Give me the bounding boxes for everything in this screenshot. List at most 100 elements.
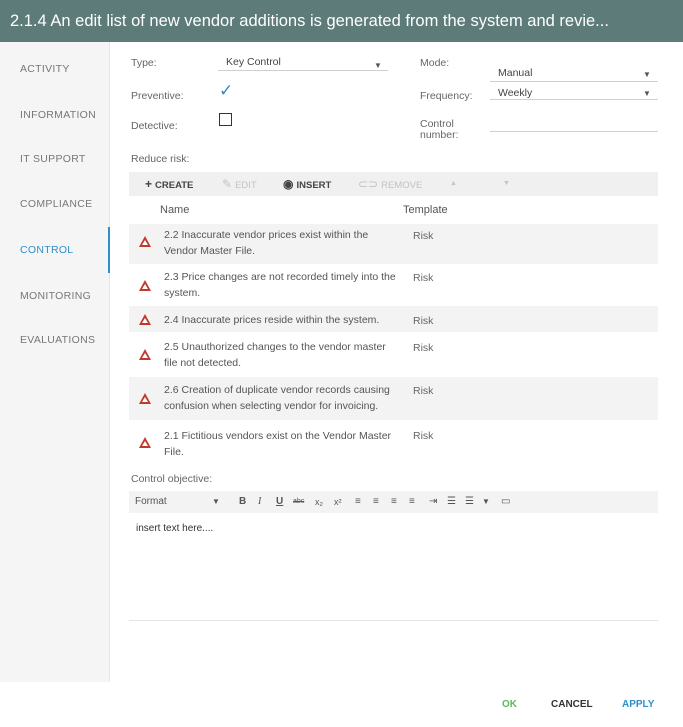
table-row[interactable]: 2.3 Price changes are not recorded timel… xyxy=(129,264,658,306)
globe-insert-icon: ◉ xyxy=(283,177,294,191)
control-dialog: 2.1.4 An edit list of new vendor additio… xyxy=(0,0,683,727)
sidebar-item-activity[interactable]: ACTIVITY xyxy=(0,46,110,92)
format-select[interactable]: Format xyxy=(135,491,167,513)
sidebar: ACTIVITY INFORMATION IT SUPPORT COMPLIAN… xyxy=(0,42,110,682)
list-caret-icon[interactable]: ▼ xyxy=(482,491,490,513)
row-name-line1: 2.3 Price changes are not recorded timel… xyxy=(164,271,396,283)
detective-checkbox[interactable] xyxy=(219,113,232,126)
row-name-line2: Vendor Master File. xyxy=(164,244,256,257)
row-name-line1: 2.6 Creation of duplicate vendor records… xyxy=(164,384,390,396)
sidebar-item-evaluations[interactable]: EVALUATIONS xyxy=(0,317,110,363)
superscript-button[interactable]: x² xyxy=(334,491,342,513)
warning-icon xyxy=(139,314,151,325)
create-button[interactable]: + CREATE xyxy=(145,172,193,196)
row-name-line1: 2.1 Fictitious vendors exist on the Vend… xyxy=(164,430,392,442)
cancel-button[interactable]: CANCEL xyxy=(551,699,593,710)
image-icon[interactable]: ▭ xyxy=(501,491,510,513)
table-row[interactable]: 2.2 Inaccurate vendor prices exist withi… xyxy=(129,224,658,264)
align-center-icon[interactable]: ≡ xyxy=(373,491,379,513)
row-name-line2: system. xyxy=(164,286,201,299)
column-header-name[interactable]: Name xyxy=(160,204,189,216)
row-name: 2.2 Inaccurate vendor prices exist withi… xyxy=(164,228,404,259)
table-row[interactable]: 2.6 Creation of duplicate vendor records… xyxy=(129,377,658,420)
table-row[interactable]: 2.4 Inaccurate prices reside within the … xyxy=(129,306,658,332)
numbered-list-icon[interactable]: ☰ xyxy=(465,491,474,513)
remove-label: REMOVE xyxy=(381,180,423,191)
bold-button[interactable]: B xyxy=(239,491,246,513)
frequency-label: Frequency: xyxy=(420,90,473,102)
frequency-caret-icon: ▼ xyxy=(643,89,651,98)
frequency-select[interactable] xyxy=(490,82,658,100)
sidebar-item-control[interactable]: CONTROL xyxy=(0,227,110,273)
reduce-risk-label: Reduce risk: xyxy=(131,153,190,165)
italic-button[interactable]: I xyxy=(258,491,261,513)
row-name-line2: File. xyxy=(164,445,184,458)
type-select[interactable] xyxy=(218,54,388,71)
mode-label: Mode: xyxy=(420,57,450,69)
control-number-label: Control number: xyxy=(420,119,459,141)
strikethrough-button[interactable]: abc xyxy=(293,491,304,513)
edit-button[interactable]: ✎ EDIT xyxy=(222,172,257,196)
plus-icon: + xyxy=(145,177,153,191)
row-name-line1: 2.2 Inaccurate vendor prices exist withi… xyxy=(164,229,369,241)
preventive-label: Preventive: xyxy=(131,90,184,102)
insert-label: INSERT xyxy=(296,180,332,191)
move-up-button[interactable]: ▲ xyxy=(450,172,457,196)
move-down-button[interactable]: ▼ xyxy=(503,172,510,196)
sidebar-item-monitoring[interactable]: MONITORING xyxy=(0,273,110,319)
control-objective-label: Control objective: xyxy=(131,473,213,485)
sidebar-item-it-support[interactable]: IT SUPPORT xyxy=(0,136,110,182)
apply-button[interactable]: APPLY xyxy=(622,699,654,710)
align-left-icon[interactable]: ≡ xyxy=(355,491,361,513)
editor-toolbar: Format ▼ B I U abc x₂ x² ≡ ≡ ≡ ≡ ⇥ ☰ ☰ ▼… xyxy=(129,491,658,513)
align-right-icon[interactable]: ≡ xyxy=(391,491,397,513)
underline-button[interactable]: U xyxy=(276,491,283,513)
row-template: Risk xyxy=(413,342,434,354)
format-caret-icon[interactable]: ▼ xyxy=(212,491,220,513)
warning-icon xyxy=(139,236,151,247)
editor-content[interactable]: insert text here.... xyxy=(136,523,213,534)
row-name: 2.1 Fictitious vendors exist on the Vend… xyxy=(164,429,404,460)
row-name-line2: confusion when selecting vendor for invo… xyxy=(164,399,379,412)
row-name-line1: 2.5 Unauthorized changes to the vendor m… xyxy=(164,341,386,353)
unlink-icon: ⊂⊃ xyxy=(358,177,379,191)
table-row[interactable]: 2.5 Unauthorized changes to the vendor m… xyxy=(129,332,658,377)
table-row[interactable]: 2.1 Fictitious vendors exist on the Vend… xyxy=(129,420,658,464)
risk-toolbar: + CREATE ✎ EDIT ◉ INSERT ⊂⊃ REMOVE ▲ ▼ xyxy=(129,172,658,196)
row-template: Risk xyxy=(413,315,434,327)
row-template: Risk xyxy=(413,272,434,284)
indent-icon[interactable]: ⇥ xyxy=(429,491,437,513)
remove-button[interactable]: ⊂⊃ REMOVE xyxy=(358,172,422,196)
row-name: 2.5 Unauthorized changes to the vendor m… xyxy=(164,340,404,371)
mode-select[interactable] xyxy=(490,60,658,82)
row-template: Risk xyxy=(413,430,434,442)
ok-button[interactable]: OK xyxy=(502,699,517,710)
bullet-list-icon[interactable]: ☰ xyxy=(447,491,456,513)
row-name: 2.6 Creation of duplicate vendor records… xyxy=(164,383,404,414)
type-caret-icon: ▼ xyxy=(374,61,382,70)
row-name: 2.4 Inaccurate prices reside within the … xyxy=(164,314,380,326)
type-label: Type: xyxy=(131,57,157,69)
warning-icon xyxy=(139,393,151,404)
control-number-input[interactable] xyxy=(490,110,658,132)
sidebar-item-information[interactable]: INFORMATION xyxy=(0,92,110,138)
column-header-template[interactable]: Template xyxy=(403,204,448,216)
align-justify-icon[interactable]: ≡ xyxy=(409,491,415,513)
detective-label: Detective: xyxy=(131,120,178,132)
warning-icon xyxy=(139,280,151,291)
edit-label: EDIT xyxy=(235,180,257,191)
control-number-label-line2: number: xyxy=(420,129,459,141)
pencil-icon: ✎ xyxy=(222,177,233,191)
mode-caret-icon: ▼ xyxy=(643,70,651,79)
row-template: Risk xyxy=(413,385,434,397)
control-objective-editor[interactable]: insert text here.... xyxy=(129,513,658,621)
row-name: 2.3 Price changes are not recorded timel… xyxy=(164,270,404,301)
dialog-title: 2.1.4 An edit list of new vendor additio… xyxy=(0,0,683,42)
subscript-button[interactable]: x₂ xyxy=(315,491,323,513)
create-label: CREATE xyxy=(155,180,194,191)
insert-button[interactable]: ◉ INSERT xyxy=(283,172,331,196)
preventive-check-icon[interactable]: ✓ xyxy=(219,82,233,99)
warning-icon xyxy=(139,349,151,360)
sidebar-item-compliance[interactable]: COMPLIANCE xyxy=(0,181,110,227)
warning-icon xyxy=(139,437,151,448)
